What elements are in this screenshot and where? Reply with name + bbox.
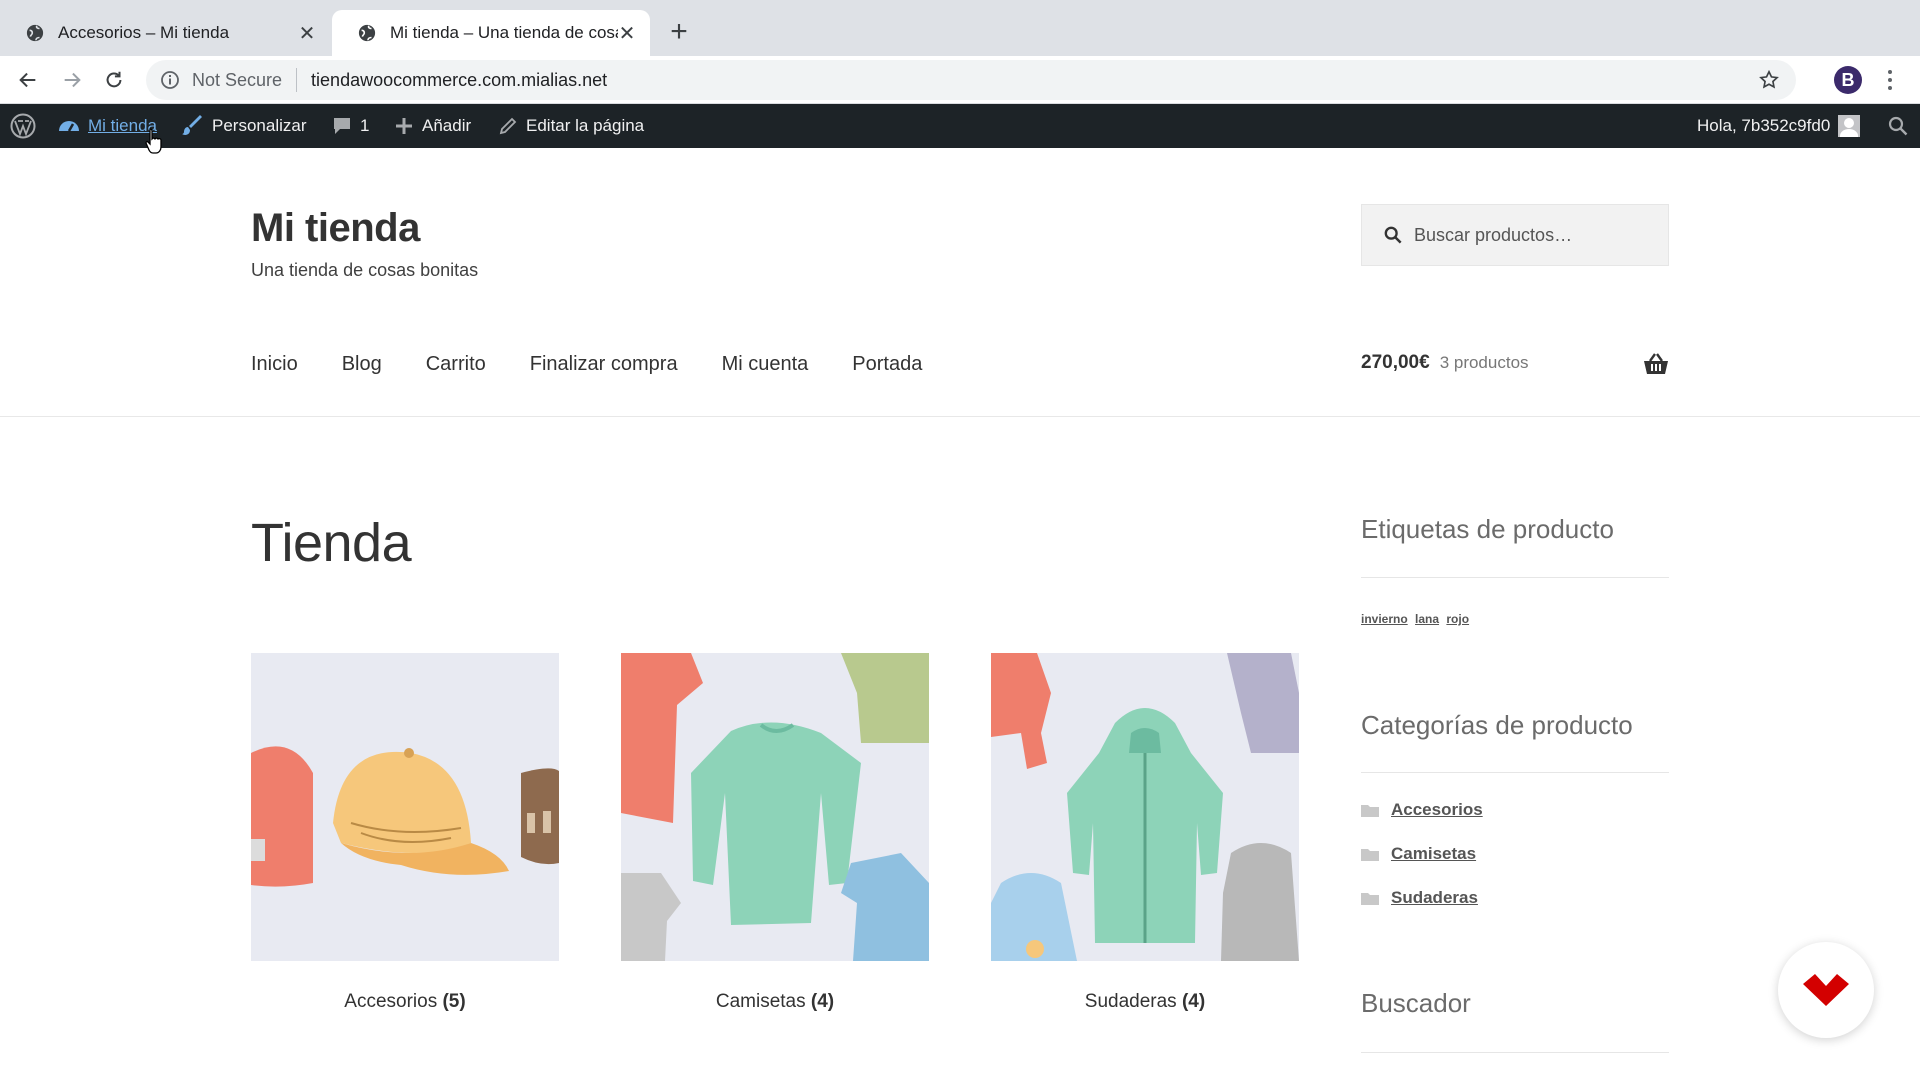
tag-rojo[interactable]: rojo	[1446, 612, 1469, 626]
product-search[interactable]	[1361, 204, 1669, 266]
widget-title-categories: Categorías de producto	[1361, 710, 1633, 740]
sidebar-category-accesorios[interactable]: Accesorios	[1361, 800, 1483, 820]
category-card-accesorios[interactable]: Accesorios (5)	[251, 653, 559, 1013]
cart-count: 3 productos	[1439, 353, 1529, 372]
header-divider	[0, 416, 1920, 417]
adminbar-add-new-link[interactable]: Añadir	[394, 104, 471, 148]
category-link[interactable]: Accesorios	[1391, 800, 1483, 820]
category-image[interactable]	[991, 653, 1299, 961]
category-count: (4)	[1181, 991, 1206, 1012]
tag-invierno[interactable]: invierno	[1361, 612, 1408, 626]
browser-menu-icon[interactable]	[1880, 66, 1900, 94]
wordpress-logo-icon[interactable]	[10, 104, 36, 148]
category-label[interactable]: Sudaderas (4)	[991, 991, 1299, 1013]
user-avatar	[1838, 115, 1861, 137]
browser-tab-strip: Accesorios – Mi tienda ✕ Mi tienda – Una…	[0, 0, 1920, 56]
folder-icon	[1361, 849, 1379, 861]
category-image[interactable]	[621, 653, 929, 961]
adminbar-comments-link[interactable]: 1	[332, 104, 369, 148]
nav-item-inicio[interactable]: Inicio	[251, 353, 298, 376]
bookmark-star-icon[interactable]	[1758, 69, 1780, 91]
adminbar-edit-page-label: Editar la página	[526, 116, 645, 135]
widget-divider	[1361, 1052, 1669, 1053]
globe-icon	[358, 24, 376, 42]
page-title: Tienda	[251, 513, 412, 573]
brand-chat-button[interactable]	[1778, 942, 1874, 1038]
tag-lana[interactable]: lana	[1415, 612, 1439, 626]
new-tab-icon[interactable]: +	[664, 17, 694, 48]
nav-item-carrito[interactable]: Carrito	[426, 353, 486, 376]
tab-title: Accesorios – Mi tienda	[58, 23, 230, 42]
forward-icon[interactable]	[58, 66, 86, 94]
product-search-input[interactable]	[1414, 224, 1654, 246]
mouse-cursor-icon	[145, 128, 162, 154]
category-link[interactable]: Camisetas	[1391, 844, 1476, 864]
category-card-camisetas[interactable]: Camisetas (4)	[621, 653, 929, 1013]
site-description: Una tienda de cosas bonitas	[251, 260, 479, 280]
adminbar-add-new-label: Añadir	[422, 116, 472, 135]
info-icon[interactable]	[160, 70, 180, 90]
globe-icon	[26, 24, 44, 42]
tab-title: Mi tienda – Una tienda de cosas	[390, 23, 618, 42]
address-bar[interactable]: Not Secure tiendawoocommerce.com.mialias…	[146, 60, 1796, 100]
adminbar-comments-count: 1	[360, 116, 370, 135]
storefront-page: Mi tienda Una tienda de cosas bonitas In…	[0, 128, 1920, 1080]
widget-title-search: Buscador	[1361, 988, 1471, 1018]
adminbar-customize-link[interactable]: Personalizar	[182, 104, 307, 148]
widget-divider	[1361, 772, 1669, 773]
widget-title-tags: Etiquetas de producto	[1361, 514, 1614, 544]
category-label[interactable]: Camisetas (4)	[621, 991, 929, 1013]
reload-icon[interactable]	[100, 66, 128, 94]
dashboard-icon	[59, 121, 79, 132]
brand-logo-icon	[1803, 974, 1849, 1006]
nav-item-portada[interactable]: Portada	[852, 353, 922, 376]
category-label[interactable]: Accesorios (5)	[251, 991, 559, 1013]
adminbar-customize-label: Personalizar	[212, 116, 307, 135]
nav-item-mi-cuenta[interactable]: Mi cuenta	[722, 353, 809, 376]
comment-icon	[334, 118, 350, 134]
nav-item-finalizar-compra[interactable]: Finalizar compra	[530, 353, 678, 376]
adminbar-site-link[interactable]: Mi tienda	[58, 104, 157, 148]
url-text[interactable]: tiendawoocommerce.com.mialias.net	[311, 70, 607, 91]
category-count: (4)	[810, 991, 835, 1012]
adminbar-edit-page-link[interactable]: Editar la página	[498, 104, 644, 148]
folder-icon	[1361, 805, 1379, 817]
close-icon[interactable]: ✕	[298, 23, 316, 45]
category-count: (5)	[442, 991, 466, 1012]
cart-amount: 270,00€	[1361, 352, 1430, 373]
tab-mi-tienda[interactable]: Mi tienda – Una tienda de cosas ✕	[332, 10, 650, 56]
omnibox-separator	[296, 68, 298, 92]
profile-avatar[interactable]: B	[1834, 66, 1862, 94]
widget-divider	[1361, 577, 1669, 578]
primary-navigation: Inicio Blog Carrito Finalizar compra Mi …	[251, 353, 966, 376]
wp-admin-bar: Mi tienda Personalizar 1 Añadir Editar l…	[0, 104, 1920, 148]
basket-icon	[1644, 353, 1668, 374]
adminbar-greeting: Hola, 7b352c9fd0	[1697, 116, 1831, 135]
back-icon[interactable]	[14, 66, 42, 94]
folder-icon	[1361, 893, 1379, 905]
close-icon[interactable]: ✕	[618, 23, 636, 45]
paintbrush-icon	[182, 115, 202, 135]
category-image[interactable]	[251, 653, 559, 961]
browser-toolbar: Not Secure tiendawoocommerce.com.mialias…	[0, 56, 1920, 104]
category-link[interactable]: Sudaderas	[1391, 888, 1478, 908]
product-tag-cloud: invierno lana rojo	[1361, 612, 1473, 626]
adminbar-account-link[interactable]: Hola, 7b352c9fd0	[1697, 104, 1861, 148]
sidebar-category-camisetas[interactable]: Camisetas	[1361, 844, 1476, 864]
pencil-icon	[499, 117, 517, 135]
category-card-sudaderas[interactable]: Sudaderas (4)	[991, 653, 1299, 1013]
header-cart[interactable]: 270,00€ 3 productos	[1361, 352, 1669, 374]
plus-icon	[396, 118, 412, 134]
security-label: Not Secure	[192, 69, 283, 90]
tab-accesorios[interactable]: Accesorios – Mi tienda ✕	[0, 10, 330, 56]
adminbar-search-icon[interactable]	[1888, 104, 1908, 148]
nav-item-blog[interactable]: Blog	[342, 353, 382, 376]
sidebar-category-sudaderas[interactable]: Sudaderas	[1361, 888, 1478, 908]
search-icon	[1384, 226, 1402, 244]
site-title[interactable]: Mi tienda	[251, 206, 420, 251]
